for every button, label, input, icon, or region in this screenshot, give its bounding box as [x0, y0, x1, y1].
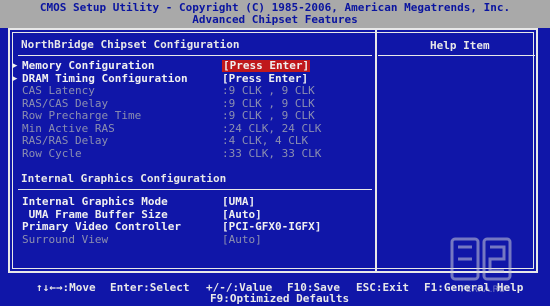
setting-value: :9 CLK , 9 CLK [222, 84, 315, 97]
watermark-logo: FERRA.RU [450, 237, 512, 295]
setting-label: DRAM Timing Configuration [22, 71, 188, 85]
setting-value[interactable]: [UMA] [222, 196, 255, 208]
setting-value: :9 CLK , 9 CLK [222, 96, 315, 110]
setting-label: Row Cycle [22, 146, 82, 160]
watermark-text: FERRA.RU [461, 285, 506, 295]
help-item-title: Help Item [430, 39, 490, 52]
setting-row: RAS/RAS Delay :4 CLK, 4 CLK [10, 135, 370, 147]
key-defaults: F9:Optimized Defaults [210, 292, 350, 305]
setting-row[interactable]: ▶ DRAM Timing Configuration [Press Enter] [10, 71, 370, 85]
setting-row: CAS Latency :9 CLK , 9 CLK [10, 85, 370, 97]
setting-value[interactable]: [Press Enter] [222, 60, 311, 72]
setting-row: Row Precharge Time :9 CLK , 9 CLK [10, 110, 370, 122]
key-move: ↑↓←→:Move [36, 281, 96, 294]
setting-row[interactable]: Primary Video Controller [PCI-GFX0-IGFX] [10, 221, 370, 233]
setting-label: Min Active RAS [22, 121, 115, 135]
key-select: Enter:Select [110, 281, 190, 294]
help-separator [378, 55, 535, 56]
setting-value[interactable]: [Press Enter] [222, 72, 308, 85]
setting-label: Row Precharge Time [22, 109, 142, 122]
setting-row: Surround View [Auto] [10, 232, 370, 246]
section-separator [18, 55, 372, 56]
setting-row: RAS/CAS Delay :9 CLK , 9 CLK [10, 96, 370, 110]
setting-label: Primary Video Controller [22, 220, 181, 233]
submenu-arrow-icon: ▶ [12, 61, 18, 71]
setting-value: :33 CLK, 33 CLK [222, 146, 322, 160]
setting-label: UMA Frame Buffer Size [22, 207, 168, 221]
setting-label: RAS/CAS Delay [22, 96, 109, 110]
setting-label: Surround View [22, 232, 109, 246]
setting-row: Row Cycle :33 CLK, 33 CLK [10, 146, 370, 160]
setting-label: RAS/RAS Delay [22, 134, 109, 147]
setting-label: CAS Latency [22, 84, 95, 97]
setting-label: Memory Configuration [22, 59, 155, 72]
setting-row[interactable]: UMA Frame Buffer Size [Auto] [10, 207, 370, 221]
help-divider [375, 30, 377, 271]
setting-value: :24 CLK, 24 CLK [222, 121, 322, 135]
setting-value[interactable]: [Auto] [222, 208, 262, 221]
section-internal-graphics: Internal Graphics Configuration [21, 172, 227, 185]
page-title: Advanced Chipset Features [192, 13, 358, 26]
title-bar: CMOS Setup Utility - Copyright (C) 1985-… [0, 0, 550, 28]
setting-value: [Auto] [222, 232, 262, 246]
section-northbridge: NorthBridge Chipset Configuration [21, 38, 240, 51]
submenu-arrow-icon: ▶ [12, 73, 18, 84]
setting-value: :4 CLK, 4 CLK [222, 134, 309, 147]
setting-label: Internal Graphics Mode [22, 195, 168, 208]
setting-row: Min Active RAS :24 CLK, 24 CLK [10, 121, 370, 135]
setting-row[interactable]: Internal Graphics Mode [UMA] [10, 196, 370, 208]
section-separator-2 [18, 189, 372, 190]
key-exit: ESC:Exit [356, 281, 409, 294]
setting-value[interactable]: [PCI-GFX0-IGFX] [222, 221, 321, 233]
setting-row[interactable]: ▶ Memory Configuration [Press Enter] [10, 60, 370, 72]
setting-value: :9 CLK , 9 CLK [222, 109, 315, 122]
